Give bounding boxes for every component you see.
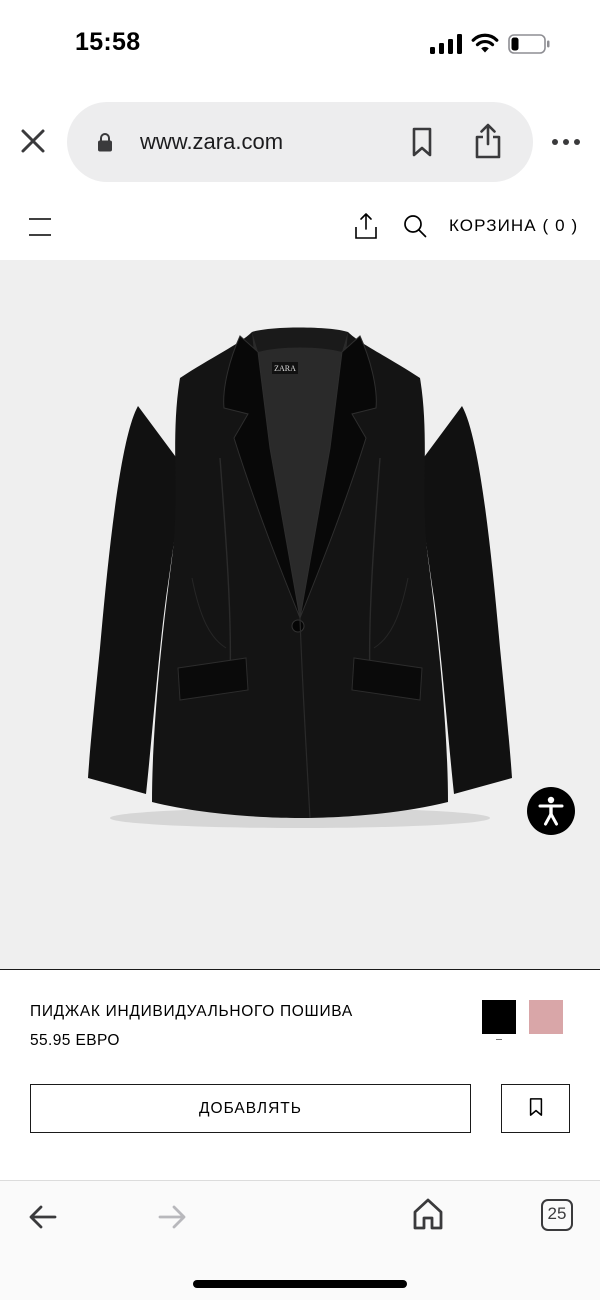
lock-icon — [98, 133, 112, 152]
tabs-button[interactable]: 25 — [541, 1199, 573, 1231]
url-field[interactable]: www.zara.com — [67, 102, 533, 182]
share-icon[interactable] — [353, 212, 379, 240]
status-time: 15:58 — [75, 28, 141, 56]
product-image[interactable]: ZARA — [0, 260, 600, 970]
accessibility-button[interactable] — [527, 787, 575, 835]
browser-address-bar: www.zara.com — [0, 92, 600, 192]
url-text: www.zara.com — [140, 129, 284, 154]
close-icon[interactable] — [18, 126, 48, 156]
more-icon[interactable] — [550, 130, 582, 154]
color-swatch-pink[interactable] — [529, 1000, 563, 1034]
battery-icon — [508, 34, 550, 54]
product-price: 55.95 ЕВРО — [30, 1032, 120, 1049]
site-header: КОРЗИНА ( 0 ) — [0, 192, 600, 260]
color-swatch-black[interactable] — [482, 1000, 516, 1034]
selected-swatch-indicator — [496, 1039, 502, 1040]
home-icon[interactable] — [412, 1197, 444, 1231]
cellular-signal-icon — [430, 34, 462, 54]
browser-toolbar: 25 — [0, 1180, 600, 1300]
jacket-image: ZARA — [88, 327, 512, 828]
share-icon[interactable] — [472, 122, 504, 160]
accessibility-icon — [538, 796, 564, 826]
product-name: ПИДЖАК ИНДИВИДУАЛЬНОГО ПОШИВА — [30, 1003, 353, 1020]
wifi-icon — [471, 33, 499, 53]
home-indicator — [193, 1280, 407, 1288]
bookmark-icon — [529, 1098, 542, 1116]
add-to-cart-button[interactable]: ДОБАВЛЯТЬ — [30, 1084, 471, 1133]
bookmark-icon[interactable] — [407, 126, 437, 158]
back-arrow-icon[interactable] — [28, 1203, 58, 1231]
save-for-later-button[interactable] — [501, 1084, 570, 1133]
cart-link[interactable]: КОРЗИНА ( 0 ) — [449, 216, 578, 236]
jacket-label-text: ZARA — [274, 364, 296, 373]
search-icon[interactable] — [403, 214, 427, 238]
hamburger-menu-icon[interactable] — [28, 216, 52, 238]
status-bar: 15:58 — [0, 0, 600, 92]
forward-arrow-icon[interactable] — [157, 1203, 187, 1231]
